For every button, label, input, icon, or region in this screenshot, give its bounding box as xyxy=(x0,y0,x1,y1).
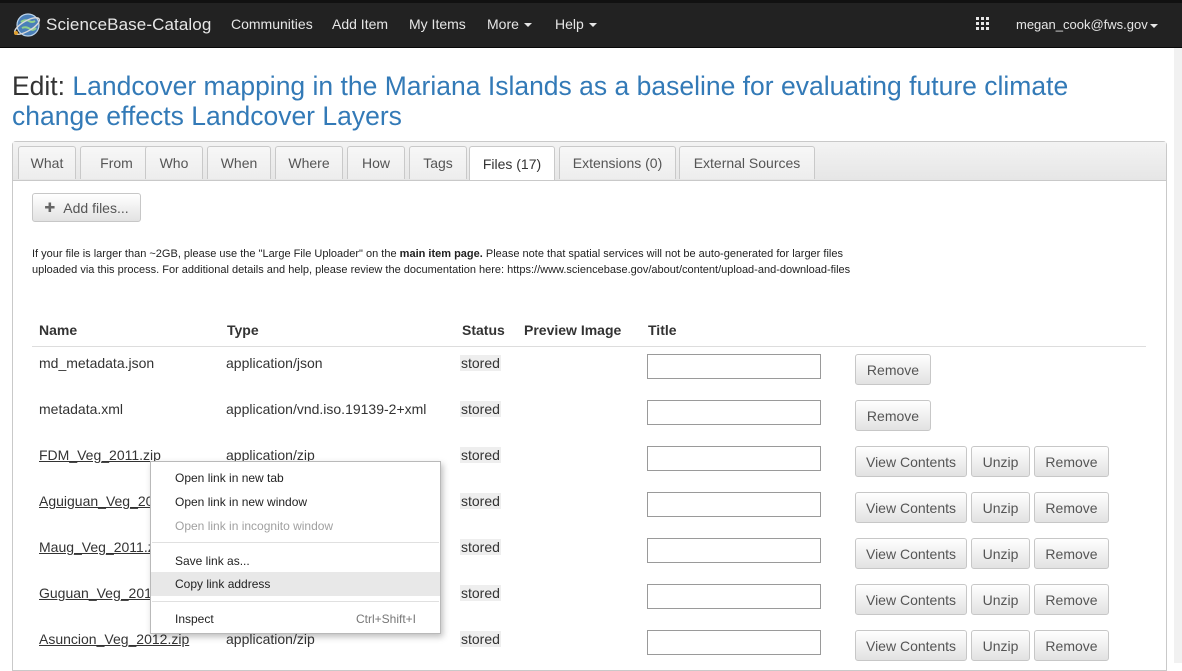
add-files-label: Add files... xyxy=(63,199,129,216)
tab-what[interactable]: What xyxy=(18,146,76,179)
status-badge: stored xyxy=(460,493,501,509)
plus-icon: ✚ xyxy=(44,199,56,215)
ctx-inspect-shortcut: Ctrl+Shift+I xyxy=(355,612,416,626)
ctx-open-incognito: Open link in incognito window xyxy=(175,519,334,533)
remove-button[interactable]: Remove xyxy=(855,354,931,385)
remove-button[interactable]: Remove xyxy=(1034,492,1109,523)
nav-more-dropdown[interactable]: More xyxy=(487,16,532,32)
file-type: application/json xyxy=(226,355,323,371)
caret-down-icon xyxy=(1149,23,1158,28)
column-header-type: Type xyxy=(227,322,259,338)
column-header-status: Status xyxy=(462,322,505,338)
file-name-link[interactable]: Maug_Veg_2011.z xyxy=(39,539,155,555)
file-name[interactable]: md_metadata.json xyxy=(39,355,154,371)
nav-help-dropdown[interactable]: Help xyxy=(555,16,597,32)
table-header-divider xyxy=(32,346,1146,347)
nav-my-items[interactable]: My Items xyxy=(409,16,466,32)
unzip-button[interactable]: Unzip xyxy=(971,584,1030,615)
status-badge: stored xyxy=(460,447,501,463)
tab-who[interactable]: Who xyxy=(145,146,203,179)
ctx-inspect-label: Inspect xyxy=(175,612,214,626)
edit-label: Edit: xyxy=(12,71,66,101)
tab-strip: What From Who When Where How Tags Files … xyxy=(13,142,1166,181)
column-header-name: Name xyxy=(39,322,78,338)
remove-button[interactable]: Remove xyxy=(1034,538,1109,569)
top-navbar: ScienceBase-Catalog Communities Add Item… xyxy=(0,0,1182,48)
tab-when[interactable]: When xyxy=(207,146,271,179)
file-title-input[interactable] xyxy=(647,446,821,471)
remove-button[interactable]: Remove xyxy=(855,400,931,431)
remove-button[interactable]: Remove xyxy=(1034,446,1109,477)
ctx-open-new-tab[interactable]: Open link in new tab xyxy=(151,466,440,490)
unzip-button[interactable]: Unzip xyxy=(971,446,1030,477)
file-title-input[interactable] xyxy=(647,354,821,379)
column-header-preview-image: Preview Image xyxy=(524,322,622,338)
view-contents-button[interactable]: View Contents xyxy=(855,538,967,569)
ctx-separator xyxy=(152,542,439,543)
tab-files[interactable]: Files (17) xyxy=(469,146,555,180)
file-title-input[interactable] xyxy=(647,400,821,425)
user-menu-dropdown[interactable]: megan_cook@fws.gov xyxy=(1016,17,1158,32)
file-title-input[interactable] xyxy=(647,538,821,563)
ctx-save-link-as[interactable]: Save link as... xyxy=(151,549,440,573)
view-contents-button[interactable]: View Contents xyxy=(855,492,967,523)
tab-extensions[interactable]: Extensions (0) xyxy=(559,146,676,179)
status-badge: stored xyxy=(460,355,501,371)
status-badge: stored xyxy=(460,631,501,647)
status-badge: stored xyxy=(460,401,501,417)
file-name-link[interactable]: Aguiguan_Veg_20 xyxy=(39,493,153,509)
brand-name: ScienceBase-Catalog xyxy=(46,15,212,34)
unzip-button[interactable]: Unzip xyxy=(971,538,1030,569)
view-contents-button[interactable]: View Contents xyxy=(855,584,967,615)
caret-down-icon xyxy=(523,23,532,28)
user-email: megan_cook@fws.gov xyxy=(1016,17,1148,32)
column-header-title: Title xyxy=(648,322,677,338)
file-title-input[interactable] xyxy=(647,584,821,609)
ctx-copy-link-address[interactable]: Copy link address xyxy=(151,572,440,596)
caret-down-icon xyxy=(588,23,597,28)
brand-link[interactable]: ScienceBase-Catalog xyxy=(12,8,211,42)
large-file-notice: If your file is larger than ~2GB, please… xyxy=(32,246,872,278)
view-contents-button[interactable]: View Contents xyxy=(855,446,967,477)
item-title-link[interactable]: Landcover mapping in the Mariana Islands… xyxy=(12,71,1068,131)
page-title: Edit: Landcover mapping in the Mariana I… xyxy=(12,71,1162,131)
navbar-top-edge xyxy=(0,0,1182,3)
file-type: application/vnd.iso.19139-2+xml xyxy=(226,401,427,417)
ctx-inspect[interactable]: Inspect Ctrl+Shift+I xyxy=(151,607,440,631)
ctx-separator xyxy=(152,601,439,602)
notice-text-1: If your file is larger than ~2GB, please… xyxy=(32,248,400,260)
file-title-input[interactable] xyxy=(647,492,821,517)
browser-context-menu: Open link in new tab Open link in new wi… xyxy=(150,461,441,634)
ctx-open-new-window[interactable]: Open link in new window xyxy=(151,490,440,514)
tab-where[interactable]: Where xyxy=(275,146,343,179)
file-name[interactable]: metadata.xml xyxy=(39,401,123,417)
globe-icon xyxy=(13,13,41,37)
view-contents-button[interactable]: View Contents xyxy=(855,630,967,661)
notice-bold-link[interactable]: main item page. xyxy=(400,248,483,260)
apps-grid-icon[interactable] xyxy=(976,17,989,30)
tab-external-sources[interactable]: External Sources xyxy=(679,146,815,179)
nav-help-label: Help xyxy=(555,16,584,32)
status-badge: stored xyxy=(460,539,501,555)
nav-communities[interactable]: Communities xyxy=(231,16,313,32)
unzip-button[interactable]: Unzip xyxy=(971,630,1030,661)
nav-add-item[interactable]: Add Item xyxy=(332,16,388,32)
tab-tags[interactable]: Tags xyxy=(409,146,467,179)
file-name-link[interactable]: Guguan_Veg_201 xyxy=(39,585,152,601)
add-files-button[interactable]: ✚ Add files... xyxy=(32,193,141,222)
remove-button[interactable]: Remove xyxy=(1034,584,1109,615)
status-badge: stored xyxy=(460,585,501,601)
tab-how[interactable]: How xyxy=(347,146,405,179)
tab-from[interactable]: From xyxy=(80,146,153,179)
unzip-button[interactable]: Unzip xyxy=(971,492,1030,523)
page-scrollbar[interactable] xyxy=(1174,48,1182,663)
file-name-link[interactable]: FDM_Veg_2011.zip xyxy=(39,447,161,463)
file-title-input[interactable] xyxy=(647,630,821,655)
nav-more-label: More xyxy=(487,16,519,32)
remove-button[interactable]: Remove xyxy=(1034,630,1109,661)
